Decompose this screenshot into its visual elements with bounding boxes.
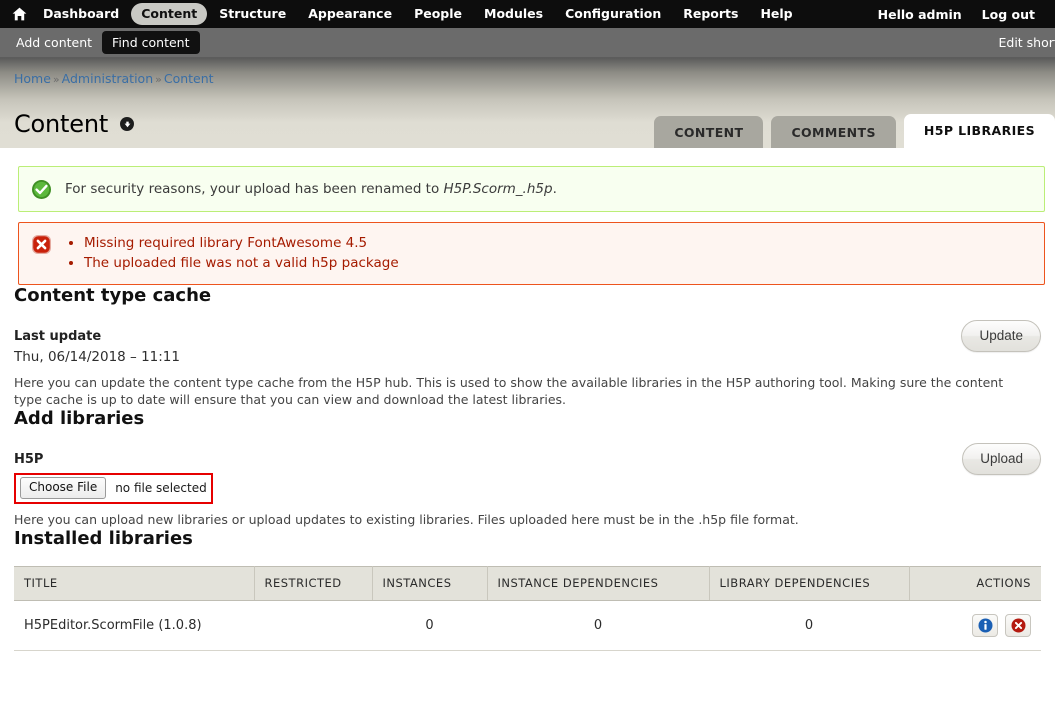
cell-title: H5PEditor.ScormFile (1.0.8) — [14, 600, 254, 651]
status-text-after: . — [552, 181, 557, 197]
edit-shortcuts-link[interactable]: Edit shortcuts — [998, 35, 1055, 50]
table-row: H5PEditor.ScormFile (1.0.8) 0 0 0 — [14, 600, 1041, 651]
column-header-instances[interactable]: INSTANCES — [372, 566, 488, 601]
cell-actions — [909, 600, 1041, 651]
toolbar-item-configuration[interactable]: Configuration — [555, 3, 671, 25]
tab-comments[interactable]: COMMENTS — [771, 116, 896, 148]
column-header-title[interactable]: TITLE — [14, 566, 255, 601]
choose-file-button[interactable]: Choose File — [20, 477, 107, 499]
shortcut-find-content[interactable]: Find content — [102, 31, 200, 54]
last-update-value: Thu, 06/14/2018 – 11:11 — [14, 349, 180, 365]
delete-x-icon[interactable] — [1005, 614, 1031, 637]
status-text-filename: H5P.Scorm_.h5p — [443, 181, 553, 197]
content-type-cache-block: Update Last update Thu, 06/14/2018 – 11:… — [14, 320, 1041, 408]
cell-instances: 0 — [372, 600, 487, 651]
add-libraries-heading: Add libraries — [14, 408, 145, 429]
add-libraries-description: Here you can upload new libraries or upl… — [14, 512, 799, 527]
tab-content[interactable]: CONTENT — [654, 116, 764, 148]
upload-button[interactable]: Upload — [962, 443, 1041, 475]
breadcrumb-separator: » — [52, 73, 60, 86]
error-message: Missing required library FontAwesome 4.5… — [18, 222, 1045, 285]
add-shortcut-icon[interactable] — [120, 117, 135, 132]
update-button[interactable]: Update — [961, 320, 1041, 352]
column-header-library-dependencies[interactable]: LIBRARY DEPENDENCIES — [709, 566, 910, 601]
cell-restricted — [254, 600, 372, 651]
toolbar-item-content[interactable]: Content — [131, 3, 208, 25]
user-greeting: Hello admin — [877, 6, 962, 22]
column-header-instance-dependencies[interactable]: INSTANCE DEPENDENCIES — [487, 566, 710, 601]
admin-toolbar-user-area: Hello admin Log out — [868, 0, 1045, 28]
tab-h5p-libraries[interactable]: H5P LIBRARIES — [903, 114, 1055, 148]
status-text-before: For security reasons, your upload has be… — [65, 181, 444, 197]
home-icon[interactable] — [6, 0, 32, 28]
breadcrumb: Home» Administration» Content — [14, 72, 1055, 87]
page-title: Content — [14, 110, 109, 139]
cell-library-dependencies: 0 — [709, 600, 909, 651]
breadcrumb-administration[interactable]: Administration — [62, 71, 153, 86]
status-message-text: For security reasons, your upload has be… — [65, 180, 557, 198]
cell-instance-dependencies: 0 — [487, 600, 709, 651]
success-check-icon — [31, 178, 55, 200]
h5p-field-label: H5P — [14, 452, 44, 467]
content-type-cache-description: Here you can update the content type cac… — [14, 375, 1004, 407]
toolbar-item-people[interactable]: People — [404, 3, 472, 25]
toolbar-item-modules[interactable]: Modules — [474, 3, 553, 25]
installed-libraries-table: TITLE RESTRICTED INSTANCES INSTANCE DEPE… — [14, 566, 1041, 651]
installed-libraries-heading: Installed libraries — [14, 528, 193, 549]
last-update-label: Last update — [14, 329, 102, 344]
h5p-file-input[interactable]: Choose File no file selected — [20, 477, 207, 499]
toolbar-item-dashboard[interactable]: Dashboard — [33, 3, 129, 25]
error-message-body: Missing required library FontAwesome 4.5… — [55, 233, 399, 273]
status-message: For security reasons, your upload has be… — [18, 166, 1045, 212]
error-x-icon — [31, 233, 55, 255]
shortcut-bar: Add content Find content Edit shortcuts — [0, 28, 1055, 58]
table-body: H5PEditor.ScormFile (1.0.8) 0 0 0 — [14, 600, 1041, 651]
status-message-body: For security reasons, your upload has be… — [55, 178, 557, 198]
details-info-icon[interactable] — [972, 614, 998, 637]
column-header-actions: ACTIONS — [909, 566, 1041, 601]
content-type-cache-heading: Content type cache — [14, 285, 212, 306]
toolbar-item-help[interactable]: Help — [750, 3, 802, 25]
table-header-row: TITLE RESTRICTED INSTANCES INSTANCE DEPE… — [14, 566, 1041, 601]
selected-file-name: no file selected — [115, 481, 207, 495]
primary-tabs: CONTENT COMMENTS H5P LIBRARIES — [646, 114, 1055, 148]
column-header-restricted[interactable]: RESTRICTED — [254, 566, 373, 601]
add-libraries-block: Upload H5P Choose File no file selected … — [14, 443, 1041, 528]
error-list: Missing required library FontAwesome 4.5… — [67, 233, 399, 273]
admin-toolbar: Dashboard Content Structure Appearance P… — [0, 0, 1055, 28]
breadcrumb-content[interactable]: Content — [164, 71, 214, 86]
admin-toolbar-menu: Dashboard Content Structure Appearance P… — [6, 0, 804, 28]
breadcrumb-separator: » — [155, 73, 162, 86]
logout-link[interactable]: Log out — [972, 4, 1045, 25]
content-body: Content type cache Update Last update Th… — [0, 285, 1055, 651]
error-list-item: The uploaded file was not a valid h5p pa… — [84, 253, 399, 273]
table-head: TITLE RESTRICTED INSTANCES INSTANCE DEPE… — [14, 566, 1041, 601]
error-list-item: Missing required library FontAwesome 4.5 — [84, 233, 399, 253]
h5p-file-input-wrapper[interactable]: Choose File no file selected — [14, 473, 213, 504]
main-content: For security reasons, your upload has be… — [0, 166, 1055, 651]
toolbar-item-reports[interactable]: Reports — [673, 3, 748, 25]
breadcrumb-home[interactable]: Home — [14, 71, 51, 86]
page-header: Home» Administration» Content Content CONT… — [0, 58, 1055, 148]
toolbar-item-structure[interactable]: Structure — [209, 3, 296, 25]
toolbar-item-appearance[interactable]: Appearance — [298, 3, 402, 25]
row-actions — [919, 614, 1031, 637]
shortcut-add-content[interactable]: Add content — [6, 31, 102, 54]
